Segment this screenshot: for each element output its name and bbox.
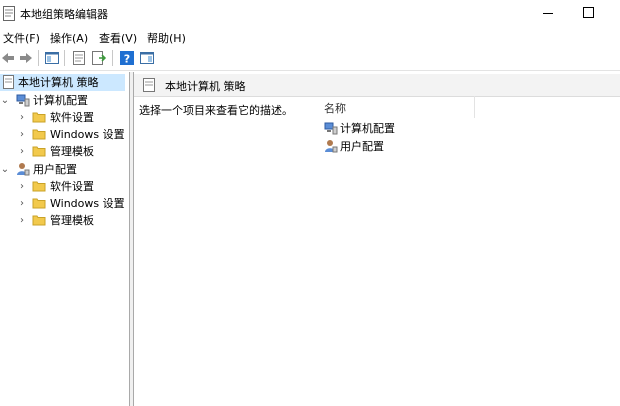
tree-item-software-settings[interactable]: › 软件设置 (0, 109, 129, 126)
forward-icon[interactable] (18, 50, 34, 66)
tree-item-user-config[interactable]: ⌄ 用户配置 (0, 161, 129, 178)
chevron-right-icon[interactable]: › (17, 178, 27, 195)
policy-document-icon (143, 78, 155, 92)
title-bar: 本地组策略编辑器 (0, 0, 620, 28)
window-title: 本地组策略编辑器 (20, 8, 108, 21)
tree-label: 软件设置 (50, 180, 94, 193)
toolbar-separator (112, 50, 113, 66)
chevron-right-icon[interactable]: › (17, 212, 27, 229)
help-icon[interactable]: ? (119, 50, 135, 66)
back-icon[interactable] (0, 50, 16, 66)
chevron-right-icon[interactable]: › (17, 195, 27, 212)
menu-action[interactable]: 操作(A) (50, 30, 88, 46)
folder-icon (32, 146, 46, 157)
tree-label: 软件设置 (50, 111, 94, 124)
policy-editor-icon (3, 6, 15, 21)
show-hide-action-pane-icon[interactable] (139, 50, 155, 66)
details-pane: 本地计算机 策略 选择一个项目来查看它的描述。 名称 计算机配置 用户配置 (134, 72, 620, 406)
menu-view[interactable]: 查看(V) (99, 30, 137, 46)
tree-label: 用户配置 (33, 163, 77, 176)
export-list-icon[interactable] (91, 50, 107, 66)
chevron-right-icon[interactable]: › (17, 109, 27, 126)
tree-label: 管理模板 (50, 145, 94, 158)
toolbar: ? (0, 46, 620, 71)
tree-item-computer-config[interactable]: ⌄ 计算机配置 (0, 92, 129, 109)
chevron-right-icon[interactable]: › (17, 126, 27, 143)
details-header: 本地计算机 策略 (134, 74, 620, 97)
folder-icon (32, 181, 46, 192)
tree-item-local-computer-policy[interactable]: 本地计算机 策略 (0, 74, 125, 91)
menu-file[interactable]: 文件(F) (3, 30, 40, 46)
list-item-label: 用户配置 (340, 140, 384, 153)
policy-document-icon (3, 75, 14, 89)
tree-item-user-software-settings[interactable]: › 软件设置 (0, 178, 129, 195)
tree-label: 管理模板 (50, 214, 94, 227)
maximize-button[interactable] (578, 4, 600, 22)
tree-label: 计算机配置 (33, 94, 88, 107)
properties-icon[interactable] (71, 50, 87, 66)
user-icon (325, 140, 338, 153)
details-title: 本地计算机 策略 (165, 80, 246, 93)
folder-icon (32, 112, 46, 123)
tree-label: Windows 设置 (50, 197, 125, 210)
toolbar-separator (38, 50, 39, 66)
description-text: 选择一个项目来查看它的描述。 (139, 104, 293, 117)
tree-item-user-admin-templates[interactable]: › 管理模板 (0, 212, 129, 229)
folder-icon (32, 129, 46, 140)
folder-icon (32, 215, 46, 226)
chevron-down-icon[interactable]: ⌄ (0, 161, 10, 178)
menu-bar: 文件(F) 操作(A) 查看(V) 帮助(H) (0, 28, 620, 46)
tree-item-user-windows-settings[interactable]: › Windows 设置 (0, 195, 129, 212)
tree-label: Windows 设置 (50, 128, 125, 141)
show-hide-console-tree-icon[interactable] (44, 50, 60, 66)
folder-icon (32, 198, 46, 209)
tree-item-admin-templates[interactable]: › 管理模板 (0, 143, 129, 160)
menu-help[interactable]: 帮助(H) (147, 30, 186, 46)
chevron-down-icon[interactable]: ⌄ (0, 92, 10, 109)
toolbar-separator (64, 50, 65, 66)
minimize-button[interactable] (537, 4, 559, 22)
chevron-right-icon[interactable]: › (17, 143, 27, 160)
computer-icon (16, 94, 30, 107)
computer-icon (324, 122, 338, 135)
list-item-label: 计算机配置 (340, 122, 395, 135)
column-header-name[interactable]: 名称 (324, 100, 346, 116)
column-divider[interactable] (474, 96, 475, 118)
svg-text:?: ? (124, 53, 130, 66)
user-icon (17, 163, 30, 176)
tree-item-windows-settings[interactable]: › Windows 设置 (0, 126, 129, 143)
console-tree: 本地计算机 策略 ⌄ 计算机配置 › 软件设置 › Windows 设置 › 管… (0, 72, 129, 406)
tree-label: 本地计算机 策略 (18, 76, 99, 89)
